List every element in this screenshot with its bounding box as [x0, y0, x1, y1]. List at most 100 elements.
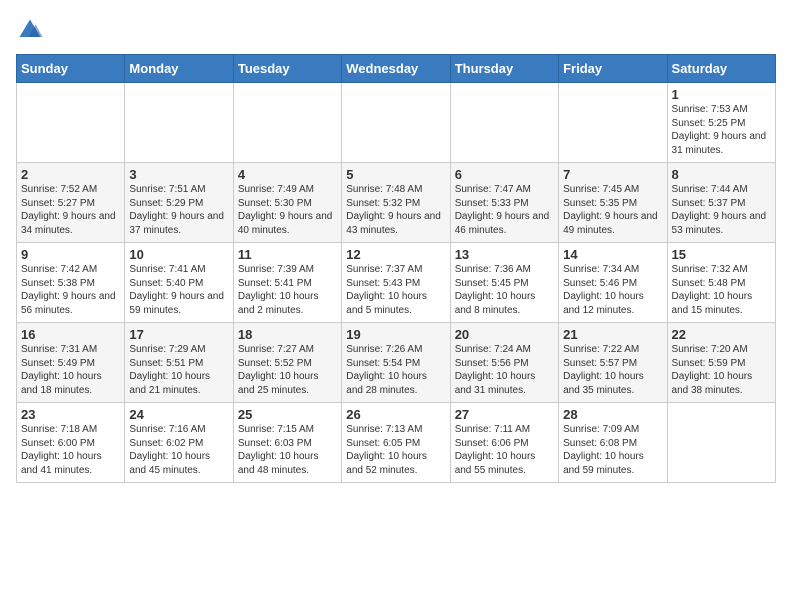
day-number: 3	[129, 167, 228, 182]
day-info: Sunrise: 7:16 AM Sunset: 6:02 PM Dayligh…	[129, 423, 228, 477]
day-cell: 17Sunrise: 7:29 AM Sunset: 5:51 PM Dayli…	[125, 323, 233, 403]
day-cell	[125, 83, 233, 163]
day-info: Sunrise: 7:39 AM Sunset: 5:41 PM Dayligh…	[238, 263, 337, 317]
day-cell: 5Sunrise: 7:48 AM Sunset: 5:32 PM Daylig…	[342, 163, 450, 243]
day-info: Sunrise: 7:42 AM Sunset: 5:38 PM Dayligh…	[21, 263, 120, 317]
day-cell: 3Sunrise: 7:51 AM Sunset: 5:29 PM Daylig…	[125, 163, 233, 243]
weekday-header-wednesday: Wednesday	[342, 55, 450, 83]
day-cell: 7Sunrise: 7:45 AM Sunset: 5:35 PM Daylig…	[559, 163, 667, 243]
day-info: Sunrise: 7:34 AM Sunset: 5:46 PM Dayligh…	[563, 263, 662, 317]
day-cell: 28Sunrise: 7:09 AM Sunset: 6:08 PM Dayli…	[559, 403, 667, 483]
day-number: 19	[346, 327, 445, 342]
day-info: Sunrise: 7:11 AM Sunset: 6:06 PM Dayligh…	[455, 423, 554, 477]
day-cell	[17, 83, 125, 163]
day-cell	[559, 83, 667, 163]
day-cell: 15Sunrise: 7:32 AM Sunset: 5:48 PM Dayli…	[667, 243, 775, 323]
logo	[16, 16, 48, 44]
day-info: Sunrise: 7:18 AM Sunset: 6:00 PM Dayligh…	[21, 423, 120, 477]
weekday-header-monday: Monday	[125, 55, 233, 83]
day-cell: 14Sunrise: 7:34 AM Sunset: 5:46 PM Dayli…	[559, 243, 667, 323]
day-info: Sunrise: 7:48 AM Sunset: 5:32 PM Dayligh…	[346, 183, 445, 237]
day-number: 16	[21, 327, 120, 342]
day-info: Sunrise: 7:29 AM Sunset: 5:51 PM Dayligh…	[129, 343, 228, 397]
day-number: 25	[238, 407, 337, 422]
day-info: Sunrise: 7:49 AM Sunset: 5:30 PM Dayligh…	[238, 183, 337, 237]
logo-icon	[16, 16, 44, 44]
day-number: 8	[672, 167, 771, 182]
day-cell: 18Sunrise: 7:27 AM Sunset: 5:52 PM Dayli…	[233, 323, 341, 403]
day-number: 15	[672, 247, 771, 262]
day-info: Sunrise: 7:27 AM Sunset: 5:52 PM Dayligh…	[238, 343, 337, 397]
day-cell: 21Sunrise: 7:22 AM Sunset: 5:57 PM Dayli…	[559, 323, 667, 403]
day-cell: 16Sunrise: 7:31 AM Sunset: 5:49 PM Dayli…	[17, 323, 125, 403]
weekday-header-sunday: Sunday	[17, 55, 125, 83]
day-number: 28	[563, 407, 662, 422]
day-info: Sunrise: 7:45 AM Sunset: 5:35 PM Dayligh…	[563, 183, 662, 237]
day-number: 20	[455, 327, 554, 342]
day-info: Sunrise: 7:31 AM Sunset: 5:49 PM Dayligh…	[21, 343, 120, 397]
day-cell: 10Sunrise: 7:41 AM Sunset: 5:40 PM Dayli…	[125, 243, 233, 323]
day-info: Sunrise: 7:32 AM Sunset: 5:48 PM Dayligh…	[672, 263, 771, 317]
day-info: Sunrise: 7:53 AM Sunset: 5:25 PM Dayligh…	[672, 103, 771, 157]
day-cell: 22Sunrise: 7:20 AM Sunset: 5:59 PM Dayli…	[667, 323, 775, 403]
calendar: SundayMondayTuesdayWednesdayThursdayFrid…	[16, 54, 776, 483]
day-number: 27	[455, 407, 554, 422]
day-number: 18	[238, 327, 337, 342]
weekday-header-friday: Friday	[559, 55, 667, 83]
weekday-header-saturday: Saturday	[667, 55, 775, 83]
day-cell: 20Sunrise: 7:24 AM Sunset: 5:56 PM Dayli…	[450, 323, 558, 403]
day-info: Sunrise: 7:09 AM Sunset: 6:08 PM Dayligh…	[563, 423, 662, 477]
day-cell: 11Sunrise: 7:39 AM Sunset: 5:41 PM Dayli…	[233, 243, 341, 323]
day-number: 1	[672, 87, 771, 102]
weekday-header-tuesday: Tuesday	[233, 55, 341, 83]
day-cell: 9Sunrise: 7:42 AM Sunset: 5:38 PM Daylig…	[17, 243, 125, 323]
day-info: Sunrise: 7:26 AM Sunset: 5:54 PM Dayligh…	[346, 343, 445, 397]
day-info: Sunrise: 7:44 AM Sunset: 5:37 PM Dayligh…	[672, 183, 771, 237]
day-cell: 19Sunrise: 7:26 AM Sunset: 5:54 PM Dayli…	[342, 323, 450, 403]
day-cell: 26Sunrise: 7:13 AM Sunset: 6:05 PM Dayli…	[342, 403, 450, 483]
day-info: Sunrise: 7:13 AM Sunset: 6:05 PM Dayligh…	[346, 423, 445, 477]
day-number: 17	[129, 327, 228, 342]
weekday-header-row: SundayMondayTuesdayWednesdayThursdayFrid…	[17, 55, 776, 83]
weekday-header-thursday: Thursday	[450, 55, 558, 83]
day-cell: 12Sunrise: 7:37 AM Sunset: 5:43 PM Dayli…	[342, 243, 450, 323]
day-number: 21	[563, 327, 662, 342]
day-number: 9	[21, 247, 120, 262]
day-cell	[450, 83, 558, 163]
day-cell: 27Sunrise: 7:11 AM Sunset: 6:06 PM Dayli…	[450, 403, 558, 483]
week-row-3: 9Sunrise: 7:42 AM Sunset: 5:38 PM Daylig…	[17, 243, 776, 323]
day-info: Sunrise: 7:20 AM Sunset: 5:59 PM Dayligh…	[672, 343, 771, 397]
week-row-1: 1Sunrise: 7:53 AM Sunset: 5:25 PM Daylig…	[17, 83, 776, 163]
day-cell	[667, 403, 775, 483]
day-cell: 2Sunrise: 7:52 AM Sunset: 5:27 PM Daylig…	[17, 163, 125, 243]
day-number: 11	[238, 247, 337, 262]
header	[16, 16, 776, 44]
day-number: 14	[563, 247, 662, 262]
day-number: 22	[672, 327, 771, 342]
day-number: 2	[21, 167, 120, 182]
day-cell: 8Sunrise: 7:44 AM Sunset: 5:37 PM Daylig…	[667, 163, 775, 243]
day-info: Sunrise: 7:37 AM Sunset: 5:43 PM Dayligh…	[346, 263, 445, 317]
day-number: 24	[129, 407, 228, 422]
day-cell: 23Sunrise: 7:18 AM Sunset: 6:00 PM Dayli…	[17, 403, 125, 483]
day-number: 12	[346, 247, 445, 262]
day-number: 10	[129, 247, 228, 262]
day-cell: 6Sunrise: 7:47 AM Sunset: 5:33 PM Daylig…	[450, 163, 558, 243]
day-info: Sunrise: 7:36 AM Sunset: 5:45 PM Dayligh…	[455, 263, 554, 317]
week-row-5: 23Sunrise: 7:18 AM Sunset: 6:00 PM Dayli…	[17, 403, 776, 483]
day-number: 4	[238, 167, 337, 182]
day-number: 26	[346, 407, 445, 422]
day-cell: 25Sunrise: 7:15 AM Sunset: 6:03 PM Dayli…	[233, 403, 341, 483]
day-cell: 24Sunrise: 7:16 AM Sunset: 6:02 PM Dayli…	[125, 403, 233, 483]
day-info: Sunrise: 7:15 AM Sunset: 6:03 PM Dayligh…	[238, 423, 337, 477]
day-info: Sunrise: 7:41 AM Sunset: 5:40 PM Dayligh…	[129, 263, 228, 317]
day-number: 5	[346, 167, 445, 182]
day-cell	[233, 83, 341, 163]
day-number: 23	[21, 407, 120, 422]
week-row-2: 2Sunrise: 7:52 AM Sunset: 5:27 PM Daylig…	[17, 163, 776, 243]
day-info: Sunrise: 7:52 AM Sunset: 5:27 PM Dayligh…	[21, 183, 120, 237]
day-number: 7	[563, 167, 662, 182]
day-info: Sunrise: 7:51 AM Sunset: 5:29 PM Dayligh…	[129, 183, 228, 237]
day-cell: 1Sunrise: 7:53 AM Sunset: 5:25 PM Daylig…	[667, 83, 775, 163]
day-info: Sunrise: 7:22 AM Sunset: 5:57 PM Dayligh…	[563, 343, 662, 397]
